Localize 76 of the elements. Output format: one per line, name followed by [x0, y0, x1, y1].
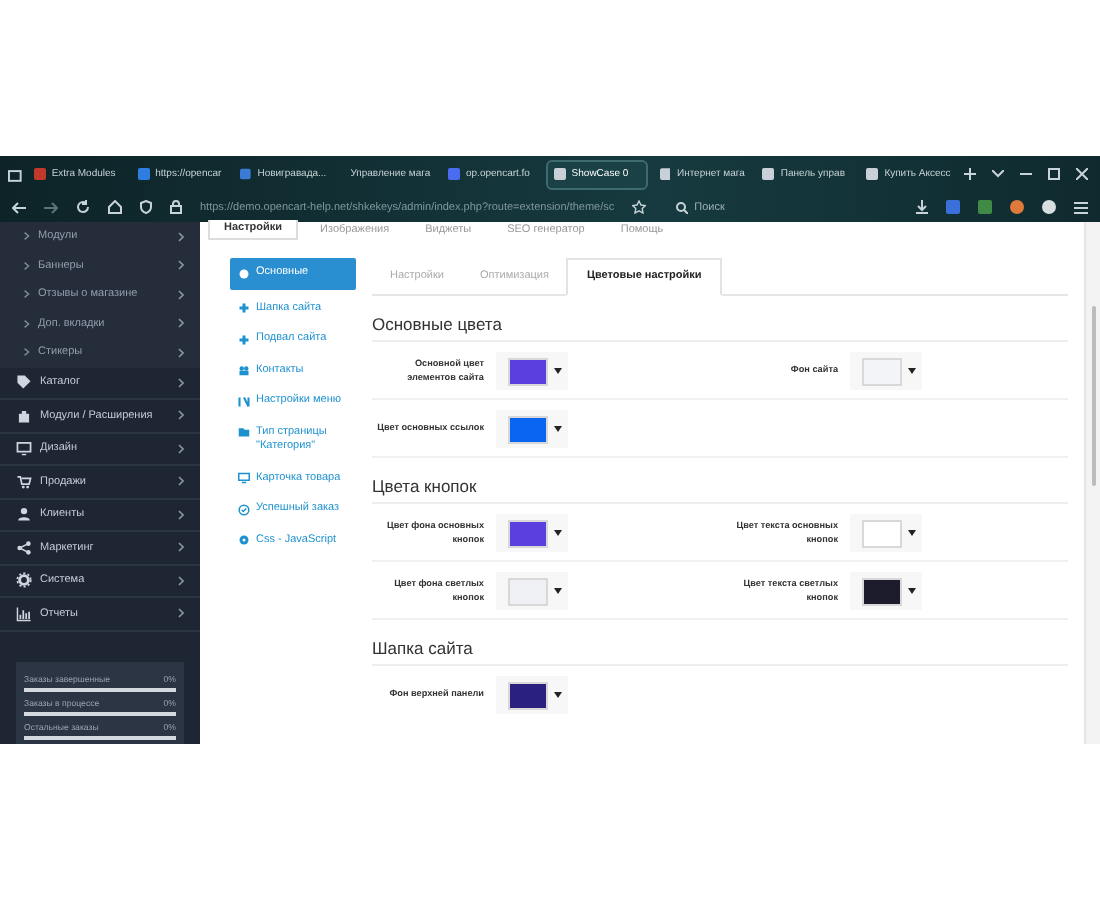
color-picker[interactable]: [496, 514, 568, 552]
chart-icon: [16, 605, 32, 622]
monitor-icon: [238, 472, 250, 485]
check-circle-icon: [238, 503, 250, 516]
monitor-icon: [16, 440, 32, 457]
chevron-icon: [178, 443, 184, 454]
person-icon: [16, 506, 32, 523]
color-picker[interactable]: [496, 410, 568, 448]
chevron-icon[interactable]: [992, 170, 1004, 178]
color-picker[interactable]: [850, 514, 922, 552]
new-tab-icon[interactable]: [964, 168, 976, 180]
chevron-icon: [178, 608, 184, 619]
page-icon: [659, 168, 671, 180]
caret-icon: [554, 588, 562, 594]
chevron-icon: [178, 476, 184, 487]
caret-icon: [554, 368, 562, 374]
page-icon: [762, 168, 775, 180]
chevron-icon: [178, 542, 184, 553]
plus-icon: [238, 333, 250, 346]
share-icon: [16, 539, 32, 556]
tag-icon: [16, 374, 32, 391]
lock-icon: [170, 200, 182, 214]
folder-icon: [238, 426, 250, 439]
chevron-icon: [178, 575, 184, 586]
back-icon[interactable]: [12, 201, 26, 213]
shield-icon: [140, 200, 152, 214]
chevron-icon: [178, 289, 184, 300]
people-icon: [238, 364, 250, 377]
caret-icon: [908, 588, 916, 594]
chevron-icon: [178, 260, 184, 271]
page-icon: [448, 168, 460, 180]
page-icon: [137, 168, 150, 180]
minimize-icon[interactable]: [1020, 168, 1032, 180]
tab-overview-icon[interactable]: [8, 167, 22, 181]
plus-icon: [238, 302, 250, 315]
page-icon: [553, 168, 566, 180]
chevron-icon: [178, 410, 184, 421]
cart-icon: [16, 473, 32, 490]
page-icon: [866, 168, 879, 180]
color-picker[interactable]: [496, 572, 568, 610]
menu-icon[interactable]: [1074, 201, 1088, 213]
color-picker[interactable]: [850, 572, 922, 610]
maximize-icon[interactable]: [1048, 168, 1060, 180]
caret-icon: [908, 530, 916, 536]
chevron-icon: [178, 231, 184, 242]
color-picker[interactable]: [496, 676, 568, 714]
chevron-icon: [178, 509, 184, 520]
extension-icon[interactable]: [1042, 200, 1056, 214]
caret-icon: [554, 426, 562, 432]
section-heading: Основные цвета: [372, 296, 1068, 342]
chevron-icon: [24, 319, 30, 328]
section-heading: Цвета кнопок: [372, 458, 1068, 504]
color-picker[interactable]: [496, 352, 568, 390]
chevron-icon: [178, 377, 184, 388]
caret-icon: [554, 530, 562, 536]
color-picker[interactable]: [850, 352, 922, 390]
chevron-icon: [24, 261, 30, 270]
home-icon[interactable]: [108, 200, 122, 214]
caret-icon: [554, 692, 562, 698]
page-icon: [240, 168, 252, 180]
chevron-icon: [178, 347, 184, 358]
section-heading: Шапка сайта: [372, 620, 1068, 666]
caret-icon: [908, 368, 916, 374]
extension-icon[interactable]: [1010, 200, 1024, 214]
bookmark-star-icon[interactable]: [632, 200, 647, 214]
scrollbar-thumb[interactable]: [1091, 306, 1095, 486]
forward-icon[interactable]: [44, 201, 58, 213]
download-icon[interactable]: [916, 200, 928, 214]
page-icon: [33, 168, 46, 180]
chevron-icon: [24, 290, 30, 299]
reload-icon[interactable]: [76, 200, 90, 214]
chevron-icon: [178, 318, 184, 329]
search-icon: [676, 201, 689, 213]
close-icon[interactable]: [1076, 168, 1088, 180]
chevron-icon: [24, 348, 30, 357]
chevron-icon: [24, 232, 30, 241]
